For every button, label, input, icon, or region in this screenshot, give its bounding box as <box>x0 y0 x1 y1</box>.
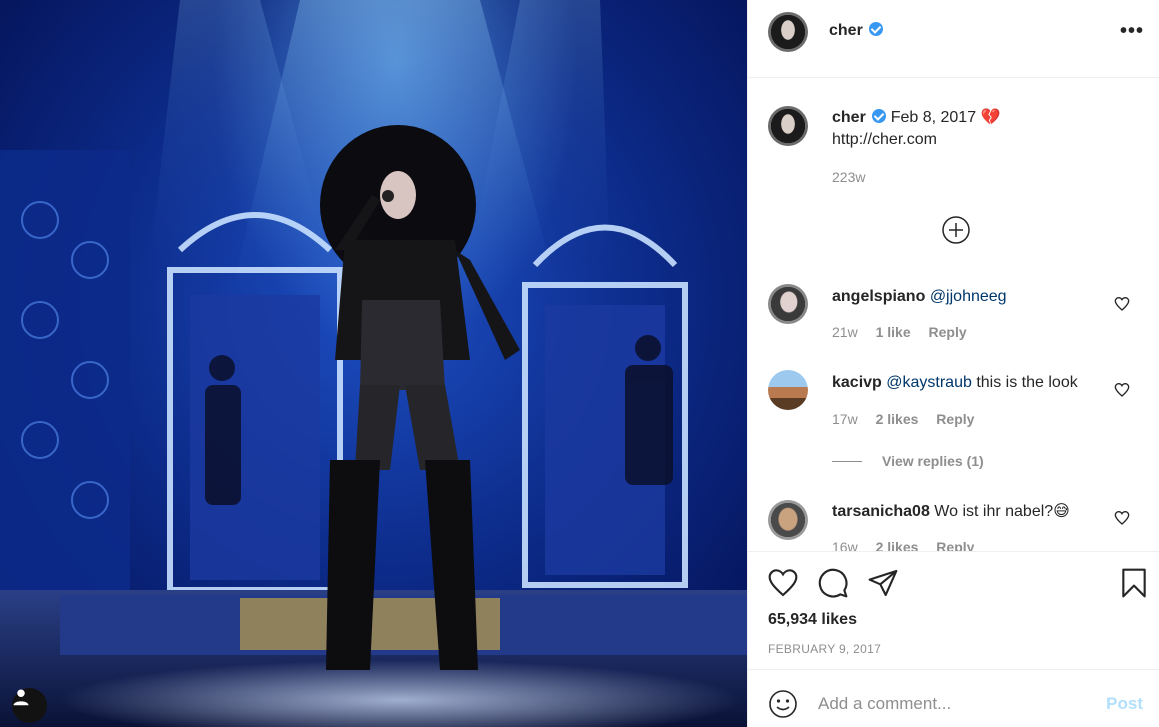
caption-text[interactable]: http://cher.com <box>832 129 937 151</box>
comment-text: this is the look <box>976 374 1078 391</box>
bookmark-icon[interactable] <box>1118 567 1150 599</box>
reply-button[interactable]: Reply <box>936 539 974 551</box>
comment-meta: 17w 2 likes Reply <box>832 411 988 427</box>
comment-meta: 16w 2 likes Reply <box>832 539 988 551</box>
author-username[interactable]: cher <box>829 22 863 39</box>
comment-username[interactable]: tarsanicha08 <box>832 503 930 520</box>
likes-count[interactable]: 65,934 likes <box>768 611 857 629</box>
comment-age[interactable]: 17w <box>832 411 858 427</box>
commenter-avatar[interactable] <box>768 500 808 540</box>
commenter-avatar[interactable] <box>768 284 808 324</box>
comment-username[interactable]: kacivp <box>832 374 882 391</box>
comments-list[interactable]: cher Feb 8, 2017 💔 http://cher.com 223w … <box>748 79 1159 551</box>
commenter-avatar[interactable] <box>768 370 808 410</box>
action-bar: 65,934 likes FEBRUARY 9, 2017 <box>748 551 1159 669</box>
heart-icon[interactable] <box>767 567 799 599</box>
broken-heart-emoji: 💔 <box>980 109 1001 126</box>
heart-icon[interactable] <box>1114 510 1130 526</box>
comment-mention[interactable]: @kaystraub <box>886 374 972 391</box>
share-icon[interactable] <box>867 567 899 599</box>
stage-scene <box>0 0 747 727</box>
verified-badge-icon <box>872 109 887 123</box>
comment-likes[interactable]: 2 likes <box>876 411 919 427</box>
comment-line: kacivp @kaystraub this is the look <box>832 372 1078 394</box>
post-header: cher ••• <box>748 0 1159 78</box>
comment-likes[interactable]: 2 likes <box>876 539 919 551</box>
caption-avatar[interactable] <box>768 106 808 146</box>
comment-username[interactable]: angelspiano <box>832 288 925 305</box>
heart-icon[interactable] <box>1114 296 1130 312</box>
comment-likes[interactable]: 1 like <box>876 324 911 340</box>
post-photo[interactable] <box>0 0 747 727</box>
caption-date: Feb 8, 2017 <box>890 109 977 126</box>
add-circle-icon[interactable] <box>941 215 971 245</box>
caption-age[interactable]: 223w <box>832 169 865 185</box>
comment-text: Wo ist ihr nabel?😅 <box>934 503 1070 520</box>
replies-divider <box>832 460 862 462</box>
author-avatar[interactable] <box>768 12 808 52</box>
reply-button[interactable]: Reply <box>936 411 974 427</box>
comment-mention[interactable]: @jjohneeg <box>930 288 1007 305</box>
more-options-icon[interactable]: ••• <box>1120 21 1144 41</box>
post-button[interactable]: Post <box>1106 694 1143 714</box>
comment-input[interactable] <box>818 691 1088 717</box>
comment-age[interactable]: 21w <box>832 324 858 340</box>
post-sidebar: cher ••• cher Feb 8, 2017 💔 http://cher.… <box>747 0 1159 727</box>
person-icon <box>13 689 29 706</box>
comment-meta: 21w 1 like Reply <box>832 324 981 340</box>
emoji-icon[interactable] <box>768 689 798 719</box>
author-name-row: cher <box>829 22 884 40</box>
user-tag-icon[interactable] <box>12 688 47 723</box>
add-comment-bar: Post <box>748 669 1159 727</box>
heart-icon[interactable] <box>1114 382 1130 398</box>
comment-line: tarsanicha08 Wo ist ihr nabel?😅 <box>832 501 1070 523</box>
comment-icon[interactable] <box>817 567 849 599</box>
comment-age[interactable]: 16w <box>832 539 858 551</box>
caption-username[interactable]: cher <box>832 109 866 126</box>
caption-line: cher Feb 8, 2017 💔 <box>832 107 1000 129</box>
comment-line: angelspiano @jjohneeg <box>832 286 1007 308</box>
verified-badge-icon <box>869 22 884 36</box>
view-replies-label: View replies (1) <box>882 453 984 469</box>
view-replies-button[interactable]: View replies (1) <box>832 453 984 469</box>
reply-button[interactable]: Reply <box>929 324 967 340</box>
post-date[interactable]: FEBRUARY 9, 2017 <box>768 642 881 656</box>
